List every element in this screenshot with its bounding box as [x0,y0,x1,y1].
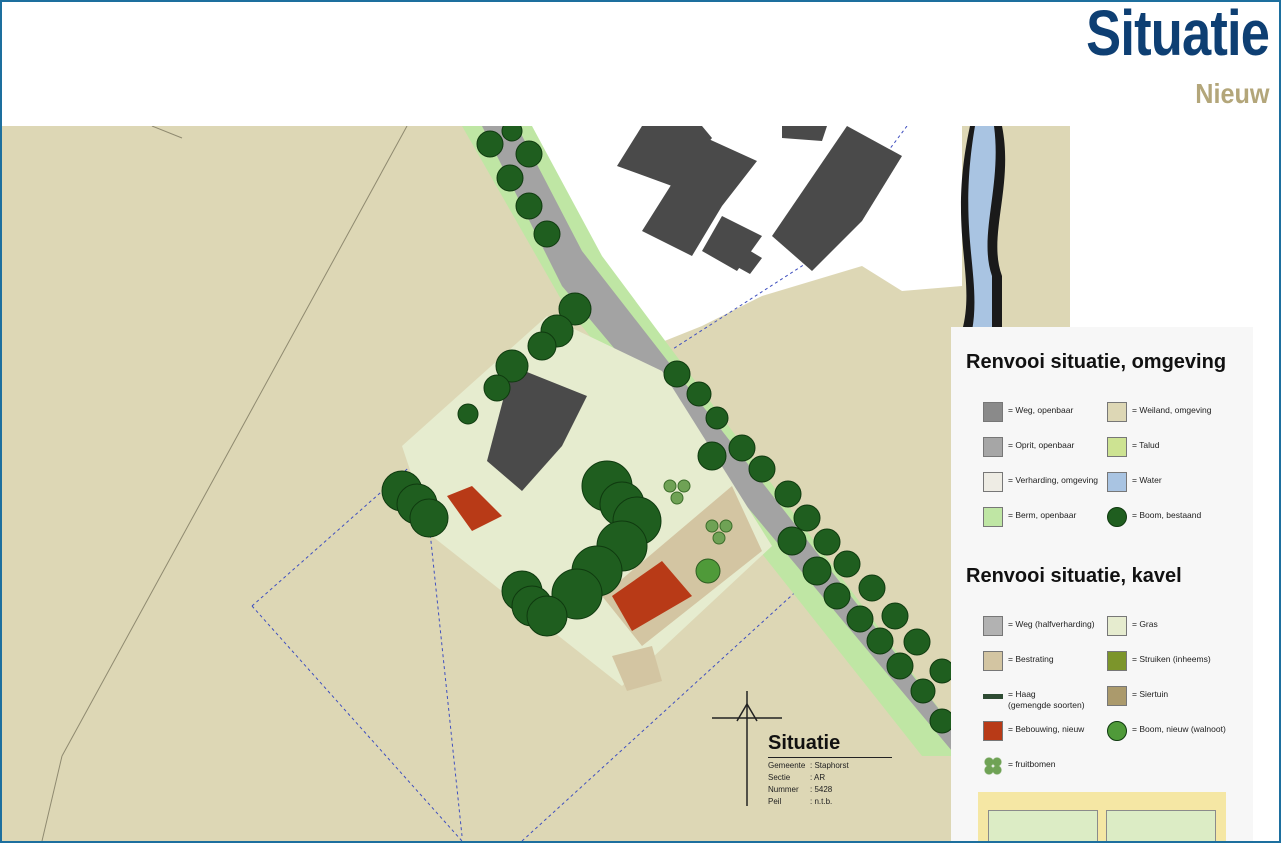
legend-item: = Haag (gemengde soorten) [983,686,1085,711]
legend-item: = Verharding, omgeving [983,472,1098,492]
thumbnail-map [988,810,1098,841]
legend-item-label: = Haag (gemengde soorten) [1008,689,1085,710]
site-info-title: Situatie [768,732,892,758]
thumbnail-map [1106,810,1216,841]
site-info-key: Sectie [768,773,791,782]
new-walnut-tree-icon [1107,721,1127,741]
paving-area-swatch [983,472,1003,492]
legend-item-label: = Siertuin [1132,689,1169,699]
legend-item-label: = Water [1132,475,1162,485]
legend-item: = fruitbomen [983,756,1056,776]
legend-item: = Struiken (inheems) [1107,651,1211,671]
site-plan-drawing [2,126,1070,841]
verge-swatch [983,507,1003,527]
legend-title-omgeving: Renvooi situatie, omgeving [966,351,1227,373]
page-subtitle: Nieuw [1194,78,1269,109]
pavement-swatch [983,651,1003,671]
legend-item-label: = Weg, openbaar [1008,405,1074,415]
site-info-value: : Staphorst [810,761,849,770]
existing-tree-icon [1107,507,1127,527]
shrubs-swatch [1107,651,1127,671]
site-info-key: Gemeente [768,761,806,770]
legend-item: = Weg (halfverharding) [983,616,1095,636]
legend-item: = Talud [1107,437,1160,457]
site-info-key: Peil [768,797,782,806]
site-info-row: Nummer : 5428 [768,785,908,794]
legend-item-label: = fruitbomen [1008,759,1056,769]
new-building-swatch [983,721,1003,741]
site-info-value: : n.t.b. [810,797,833,806]
legend-title-kavel: Renvooi situatie, kavel [966,565,1182,587]
legend-item-label: = Oprit, openbaar [1008,440,1075,450]
legend-item-label: = Weiland, omgeving [1132,405,1212,415]
semi-paved-road-swatch [983,616,1003,636]
hedge-swatch [983,686,1003,706]
site-info-row: Sectie : AR [768,773,908,782]
legend-item-label: = Bestrating [1008,654,1054,664]
legend-item-label: = Boom, bestaand [1132,510,1202,520]
legend-item: = Water [1107,472,1162,492]
legend-item-label: = Boom, nieuw (walnoot) [1132,724,1226,734]
site-info-value: : 5428 [810,785,833,794]
fruit-trees-icon [983,756,1003,776]
legend-item-label: = Verharding, omgeving [1008,475,1099,485]
legend-item-label: = Bebouwing, nieuw [1008,724,1085,734]
legend-item: = Boom, bestaand [1107,507,1201,527]
legend-item: = Bestrating [983,651,1054,671]
driveway-public-swatch [983,437,1003,457]
ornamental-garden-swatch [1107,686,1127,706]
site-info-key: Nummer [768,785,799,794]
legend-item-label: = Gras [1132,619,1158,629]
page-title: Situatie [1086,0,1270,69]
site-plan-map [2,126,1070,841]
walnut-tree [695,558,721,584]
water-swatch [1107,472,1127,492]
meadow-swatch [1107,402,1127,422]
legend-item-label: = Struiken (inheems) [1132,654,1211,664]
grass-swatch [1107,616,1127,636]
drawing-frame: Situatie Nieuw Situatie Gemeente: Staph… [0,0,1281,843]
site-info-rows: Gemeente : Staphorst Sectie : AR Nummer : 542… [768,761,908,806]
site-info-value: : AR [810,773,826,782]
legend-item: = Oprit, openbaar [983,437,1074,457]
legend-item: = Weg, openbaar [983,402,1073,422]
thumbnail-strip [978,792,1226,841]
site-info-row: Peil : n.t.b. [768,797,908,806]
legend-item-label: = Berm, openbaar [1008,510,1077,520]
legend-item-label: = Weg (halfverharding) [1008,619,1095,629]
legend-item: = Berm, openbaar [983,507,1076,527]
legend-item-label: = Talud [1132,440,1160,450]
slope-swatch [1107,437,1127,457]
legend-item: = Gras [1107,616,1158,636]
legend-item: = Siertuin [1107,686,1168,706]
legend-item: = Boom, nieuw (walnoot) [1107,721,1226,741]
site-info-row: Gemeente : Staphorst [768,761,908,770]
legend-item: = Bebouwing, nieuw [983,721,1084,741]
legend-item: = Weiland, omgeving [1107,402,1211,422]
site-info-block: Situatie Gemeente : Staphorst Sectie : AR Nu… [768,732,908,806]
legend-panel: Renvooi situatie, omgeving = Weg, openba… [951,327,1253,841]
road-public-swatch [983,402,1003,422]
